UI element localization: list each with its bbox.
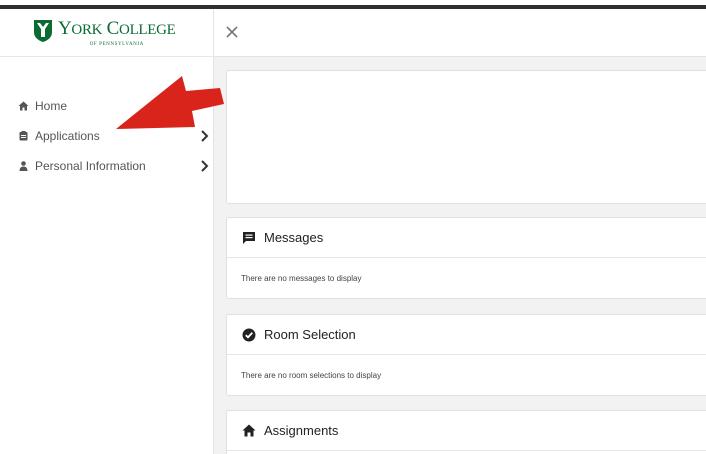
sidebar-item-label: Home bbox=[35, 99, 68, 113]
card-body-text: There are no room selections to display bbox=[241, 370, 382, 380]
room-selection-card: Room Selection There are no room selecti… bbox=[226, 314, 706, 396]
sidebar-item-label: Personal Information bbox=[35, 159, 146, 173]
brand-header: YORK COLLEGE OF PENNSYLVANIA bbox=[0, 9, 214, 57]
sidebar-item-personal-information[interactable]: Personal Information bbox=[0, 151, 214, 181]
messages-card-header: Messages bbox=[227, 218, 706, 258]
close-icon[interactable] bbox=[226, 25, 238, 39]
card-title: Assignments bbox=[264, 423, 339, 438]
banner-card bbox=[226, 70, 706, 204]
message-icon bbox=[242, 231, 256, 245]
shield-logo-icon bbox=[34, 20, 52, 42]
user-icon bbox=[17, 160, 29, 172]
assignments-card: Assignments bbox=[226, 410, 706, 454]
card-body-text: There are no messages to display bbox=[241, 273, 362, 283]
york-college-logo[interactable]: YORK COLLEGE OF PENNSYLVANIA bbox=[33, 19, 176, 48]
assignments-card-header: Assignments bbox=[227, 411, 706, 451]
top-header bbox=[214, 9, 706, 57]
red-annotation-arrow bbox=[116, 76, 224, 129]
logo-wordmark: YORK COLLEGE bbox=[58, 18, 176, 39]
messages-card: Messages There are no messages to displa… bbox=[226, 217, 706, 299]
room-selection-card-header: Room Selection bbox=[227, 315, 706, 355]
app-page: YORK COLLEGE OF PENNSYLVANIA Home Applic… bbox=[0, 0, 706, 454]
check-circle-icon bbox=[242, 328, 256, 342]
card-title: Messages bbox=[264, 230, 324, 245]
logo-subtitle: OF PENNSYLVANIA bbox=[89, 42, 144, 47]
card-title: Room Selection bbox=[264, 327, 356, 342]
main-content: Messages There are no messages to displa… bbox=[214, 57, 706, 454]
home-icon bbox=[242, 424, 256, 438]
home-icon bbox=[17, 100, 29, 112]
sidebar-item-label: Applications bbox=[35, 129, 100, 143]
clipboard-icon bbox=[17, 130, 29, 142]
chevron-right-icon bbox=[201, 160, 209, 172]
